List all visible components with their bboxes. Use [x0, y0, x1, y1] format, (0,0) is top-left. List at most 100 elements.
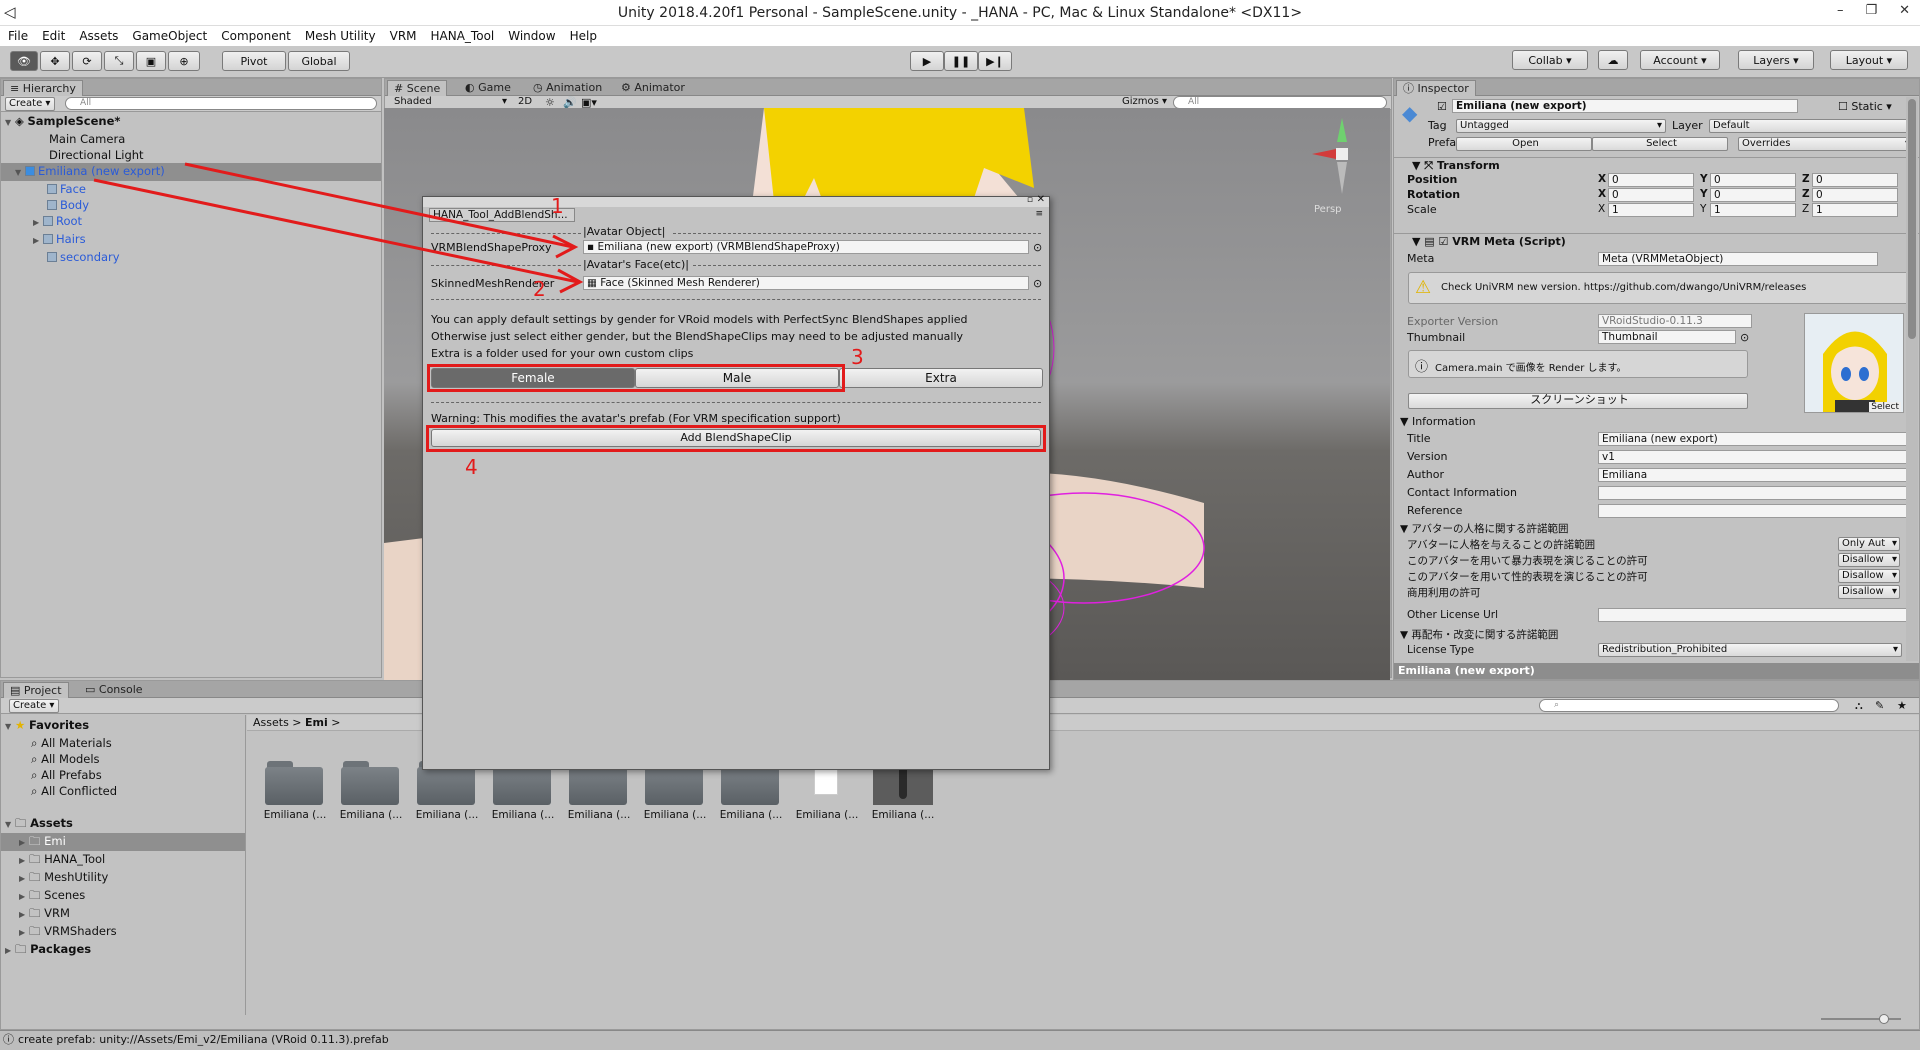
- close-button[interactable]: ✕: [1899, 3, 1910, 18]
- tab-console[interactable]: ▭ Console: [79, 682, 149, 698]
- list-item[interactable]: Main Camera: [5, 131, 381, 147]
- prefab-open-button[interactable]: Open: [1456, 137, 1592, 151]
- static-checkbox[interactable]: ☐ Static ▾: [1838, 100, 1892, 113]
- expand-triangle-icon[interactable]: ▼: [5, 115, 15, 131]
- expand-triangle-icon[interactable]: ▶: [19, 889, 29, 905]
- rotation-y-field[interactable]: 0: [1710, 188, 1796, 202]
- scale-z-field[interactable]: 1: [1812, 203, 1898, 217]
- scrollbar-thumb[interactable]: [1908, 99, 1916, 339]
- gender-extra-button[interactable]: Extra: [839, 368, 1043, 388]
- contact-field[interactable]: [1598, 486, 1916, 500]
- expand-triangle-icon[interactable]: ▶: [19, 853, 29, 869]
- move-tool-icon[interactable]: ✥: [40, 51, 70, 71]
- position-y-field[interactable]: 0: [1710, 173, 1796, 187]
- list-item-selected[interactable]: ▼ Emiliana (new export): [1, 163, 381, 181]
- list-item[interactable]: Face: [5, 181, 381, 197]
- tab-hierarchy[interactable]: ≡ Hierarchy: [3, 80, 83, 96]
- rect-tool-icon[interactable]: ▣: [136, 51, 166, 71]
- filter-type-icon[interactable]: ⛬: [1855, 699, 1863, 713]
- violence-dropdown[interactable]: Disallow ▾: [1838, 553, 1900, 567]
- list-item[interactable]: ▶ 🗀 HANA_Tool: [1, 851, 245, 869]
- menu-gameobject[interactable]: GameObject: [132, 29, 207, 43]
- thumbnail-field[interactable]: Thumbnail: [1598, 330, 1736, 344]
- expand-triangle-icon[interactable]: ▶: [19, 871, 29, 887]
- expand-triangle-icon[interactable]: ▼: [15, 165, 25, 181]
- transform-tool-icon[interactable]: ⊕: [168, 51, 200, 71]
- object-picker-icon[interactable]: ⊙: [1033, 277, 1042, 290]
- menu-help[interactable]: Help: [570, 29, 597, 43]
- object-picker-icon[interactable]: ⊙: [1033, 241, 1042, 254]
- license-type-dropdown[interactable]: Redistribution_Prohibited ▾: [1598, 643, 1902, 657]
- proxy-object-field[interactable]: ▪ Emiliana (new export) (VRMBlendShapePr…: [583, 240, 1029, 254]
- list-item[interactable]: ▶ Hairs: [5, 231, 381, 249]
- prefab-overrides-dropdown[interactable]: Overrides▾: [1738, 137, 1914, 151]
- step-button[interactable]: ▶❙: [978, 51, 1012, 71]
- dialog-tab-menu-icon[interactable]: ≡: [1035, 209, 1043, 219]
- play-button[interactable]: ▶: [910, 51, 944, 71]
- meta-object-field[interactable]: Meta (VRMMetaObject): [1598, 252, 1878, 266]
- prefab-select-button[interactable]: Select: [1592, 137, 1728, 151]
- sexual-dropdown[interactable]: Disallow ▾: [1838, 569, 1900, 583]
- rotate-tool-icon[interactable]: ⟳: [72, 51, 102, 71]
- breadcrumb-assets[interactable]: Assets: [253, 716, 289, 729]
- packages-row[interactable]: ▶ 🗀 Packages: [1, 941, 245, 959]
- list-item[interactable]: ▶ 🗀 VRM: [1, 905, 245, 923]
- menu-mesh-utility[interactable]: Mesh Utility: [305, 29, 376, 43]
- favorite-star-icon[interactable]: ★: [1897, 699, 1907, 712]
- list-item[interactable]: ⌕ All Materials: [1, 735, 245, 751]
- menu-vrm[interactable]: VRM: [390, 29, 417, 43]
- tab-inspector[interactable]: ⓘ Inspector: [1396, 80, 1476, 96]
- list-item[interactable]: secondary: [5, 249, 381, 265]
- menu-file[interactable]: File: [8, 29, 28, 43]
- project-search-input[interactable]: ⌕: [1539, 699, 1839, 712]
- tab-project[interactable]: ▤ Project: [3, 682, 69, 698]
- list-item[interactable]: ▶ 🗀 VRMShaders: [1, 923, 245, 941]
- expand-triangle-icon[interactable]: ▶: [33, 233, 43, 249]
- rotation-z-field[interactable]: 0: [1812, 188, 1898, 202]
- zoom-slider[interactable]: [1821, 1014, 1901, 1024]
- tab-scene[interactable]: # Scene: [387, 80, 448, 96]
- inspector-scrollbar[interactable]: [1906, 97, 1918, 661]
- minimize-button[interactable]: –: [1837, 3, 1844, 18]
- rotation-x-field[interactable]: 0: [1608, 188, 1694, 202]
- hierarchy-search-input[interactable]: All: [65, 97, 377, 110]
- zoom-slider-handle[interactable]: [1879, 1014, 1889, 1024]
- scale-tool-icon[interactable]: ⤡: [104, 51, 134, 71]
- project-create-dropdown[interactable]: Create ▾: [9, 699, 59, 713]
- vrm-meta-header[interactable]: ▼ ▤ ☑ VRM Meta (Script): [1394, 233, 1919, 249]
- expand-triangle-icon[interactable]: ▶: [19, 835, 29, 851]
- other-license-field[interactable]: [1598, 608, 1916, 622]
- information-foldout[interactable]: ▼ Information: [1400, 415, 1476, 428]
- collab-dropdown[interactable]: Collab ▾: [1512, 50, 1588, 70]
- commercial-dropdown[interactable]: Disallow ▾: [1838, 585, 1900, 599]
- position-x-field[interactable]: 0: [1608, 173, 1694, 187]
- filter-label-icon[interactable]: ✎: [1875, 699, 1884, 712]
- list-item[interactable]: ⌕ All Prefabs: [1, 767, 245, 783]
- assets-row[interactable]: ▼ 🗀 Assets: [1, 815, 245, 833]
- global-toggle[interactable]: Global: [288, 51, 350, 71]
- transform-header[interactable]: ▼ ⤧ Transform: [1394, 157, 1919, 173]
- tab-game[interactable]: ◐ Game: [459, 80, 517, 96]
- dialog-close-icon[interactable]: ✕: [1037, 194, 1045, 205]
- list-item[interactable]: ▶ Root: [5, 213, 381, 231]
- scale-y-field[interactable]: 1: [1710, 203, 1796, 217]
- reference-field[interactable]: [1598, 504, 1916, 518]
- expand-triangle-icon[interactable]: ▶: [19, 907, 29, 923]
- screenshot-button[interactable]: スクリーンショット: [1408, 393, 1748, 409]
- breadcrumb-emi[interactable]: Emi: [305, 716, 328, 729]
- pivot-toggle[interactable]: Pivot: [222, 51, 286, 71]
- scale-x-field[interactable]: 1: [1608, 203, 1694, 217]
- list-item[interactable]: ▶ 🗀 Scenes: [1, 887, 245, 905]
- persona-license-foldout[interactable]: ▼ アバターの人格に関する許諾範囲: [1400, 521, 1569, 536]
- expand-triangle-icon[interactable]: ▶: [19, 925, 29, 941]
- account-dropdown[interactable]: Account ▾: [1640, 50, 1720, 70]
- pause-button[interactable]: ❚❚: [944, 51, 978, 71]
- asset-folder[interactable]: Emiliana (...: [340, 759, 402, 821]
- scene-row[interactable]: ▼ ◈ SampleScene*: [5, 113, 381, 131]
- expand-triangle-icon[interactable]: ▼: [5, 719, 15, 735]
- list-item[interactable]: Directional Light: [5, 147, 381, 163]
- author-field[interactable]: Emiliana: [1598, 468, 1916, 482]
- persona-allowed-dropdown[interactable]: Only Aut ▾: [1838, 537, 1900, 551]
- list-item-selected[interactable]: ▶ 🗀 Emi: [1, 833, 245, 851]
- cloud-icon[interactable]: ☁: [1598, 50, 1628, 70]
